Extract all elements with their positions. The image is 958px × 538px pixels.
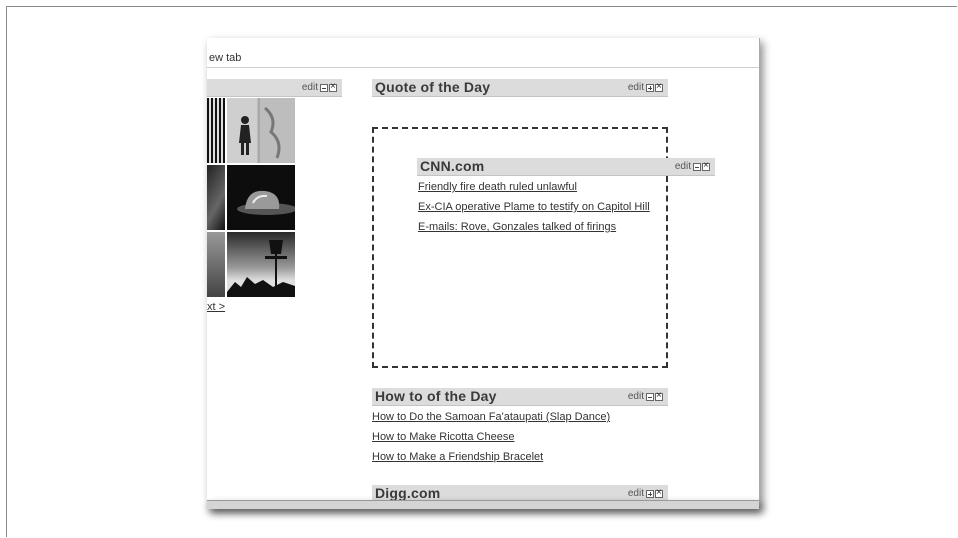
digg-widget-title: Digg.com xyxy=(375,485,441,501)
photo-thumbnail[interactable] xyxy=(227,165,295,230)
photo-thumbnail[interactable] xyxy=(207,165,225,230)
howto-link[interactable]: How to Do the Samoan Fa'ataupati (Slap D… xyxy=(372,411,610,423)
close-icon[interactable] xyxy=(655,81,663,93)
quote-widget-title: Quote of the Day xyxy=(375,79,491,95)
screenshot-bottom-edge xyxy=(207,500,759,509)
close-icon[interactable] xyxy=(655,487,663,499)
howto-widget-header[interactable]: How to of the Day edit xyxy=(372,388,668,406)
cnn-widget[interactable]: CNN.com edit Friendly fire death ruled u… xyxy=(417,158,715,238)
cnn-edit-link[interactable]: edit xyxy=(675,161,691,172)
photo-grid xyxy=(207,98,295,298)
photo-thumbnail[interactable] xyxy=(227,232,295,297)
howto-link[interactable]: How to Make Ricotta Cheese xyxy=(372,431,514,443)
water-drop-image xyxy=(237,190,295,215)
quote-edit-link[interactable]: edit xyxy=(628,82,644,93)
photo-thumbnail[interactable] xyxy=(207,232,225,297)
expand-icon[interactable] xyxy=(646,489,654,498)
minimize-icon[interactable] xyxy=(320,83,328,92)
howto-link[interactable]: How to Make a Friendship Bracelet xyxy=(372,451,543,463)
cnn-headline-link[interactable]: Friendly fire death ruled unlawful xyxy=(418,181,577,193)
howto-edit-link[interactable]: edit xyxy=(628,391,644,402)
new-tab-link[interactable]: ew tab xyxy=(209,52,241,64)
street-lamp-image xyxy=(227,240,295,297)
howto-widget-controls: edit xyxy=(628,390,663,402)
photo-edit-link[interactable]: edit xyxy=(302,82,318,93)
browser-screenshot: ew tab edit × xt > Quote of the Day edit… xyxy=(207,38,760,508)
quote-widget-header[interactable]: Quote of the Day edit xyxy=(372,79,668,97)
howto-widget-title: How to of the Day xyxy=(375,388,497,404)
close-icon[interactable] xyxy=(655,390,663,402)
photo-thumbnail[interactable] xyxy=(227,98,295,163)
cnn-headline-link[interactable]: E-mails: Rove, Gonzales talked of firing… xyxy=(418,221,616,233)
cnn-widget-title: CNN.com xyxy=(420,158,485,174)
digg-widget-controls: edit xyxy=(628,487,663,499)
cnn-widget-controls: edit xyxy=(675,160,710,172)
quote-widget-controls: edit xyxy=(628,81,663,93)
expand-icon[interactable] xyxy=(646,83,654,92)
photo-widget-header[interactable]: edit xyxy=(207,79,342,97)
child-silhouette-image xyxy=(239,98,295,163)
minimize-icon[interactable] xyxy=(693,162,701,171)
photo-widget-controls: edit xyxy=(302,81,337,93)
minimize-icon[interactable] xyxy=(646,392,654,401)
tab-bar: ew tab xyxy=(207,38,759,68)
digg-edit-link[interactable]: edit xyxy=(628,488,644,499)
close-icon[interactable] xyxy=(329,81,337,93)
close-icon[interactable] xyxy=(702,160,710,172)
cnn-headline-link[interactable]: Ex-CIA operative Plame to testify on Cap… xyxy=(418,201,650,213)
cnn-widget-header[interactable]: CNN.com edit xyxy=(417,158,715,176)
photo-thumbnail[interactable] xyxy=(207,98,225,163)
photo-next-link[interactable]: xt > xyxy=(207,301,225,313)
